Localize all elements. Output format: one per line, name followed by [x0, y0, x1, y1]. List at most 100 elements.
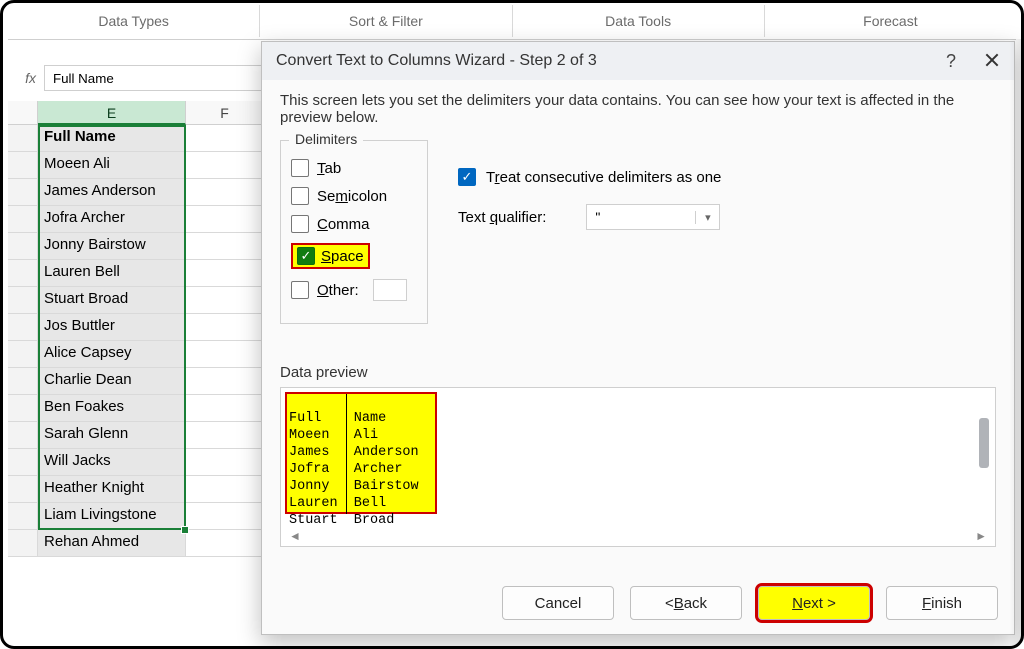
text-qualifier-row: Text qualifier: " ▾ [458, 204, 996, 230]
cell[interactable] [186, 314, 264, 341]
row-header[interactable] [8, 476, 38, 503]
table-row[interactable]: Rehan Ahmed [8, 530, 264, 557]
next-button[interactable]: Next > [758, 586, 870, 620]
checkbox-other[interactable] [291, 281, 309, 299]
table-row[interactable]: Full Name [8, 125, 264, 152]
table-row[interactable]: Jofra Archer [8, 206, 264, 233]
row-header[interactable] [8, 287, 38, 314]
cell[interactable] [186, 422, 264, 449]
cell[interactable] [186, 179, 264, 206]
row-header[interactable] [8, 368, 38, 395]
checkbox-comma[interactable] [291, 215, 309, 233]
cell[interactable]: Moeen Ali [38, 152, 186, 179]
chevron-down-icon[interactable]: ▾ [695, 211, 719, 224]
table-row[interactable]: Liam Livingstone [8, 503, 264, 530]
delim-space-row[interactable]: ✓ Space [291, 243, 417, 269]
cell[interactable] [186, 341, 264, 368]
table-row[interactable]: Ben Foakes [8, 395, 264, 422]
cell[interactable] [186, 368, 264, 395]
checkbox-consecutive[interactable]: ✓ [458, 168, 476, 186]
dialog-title: Convert Text to Columns Wizard - Step 2 … [276, 52, 597, 70]
row-header[interactable] [8, 422, 38, 449]
cell[interactable]: Jos Buttler [38, 314, 186, 341]
table-row[interactable]: Sarah Glenn [8, 422, 264, 449]
cell[interactable]: Ben Foakes [38, 395, 186, 422]
row-header[interactable] [8, 179, 38, 206]
cell[interactable] [186, 125, 264, 152]
help-icon[interactable]: ? [946, 51, 956, 72]
row-header[interactable] [8, 152, 38, 179]
cell-header[interactable]: Full Name [38, 125, 186, 152]
delim-comma-row[interactable]: Comma [291, 215, 417, 233]
cell[interactable] [186, 260, 264, 287]
cell[interactable]: Heather Knight [38, 476, 186, 503]
delim-other-row[interactable]: Other: [291, 279, 417, 301]
cell[interactable] [186, 206, 264, 233]
cell[interactable]: Jonny Bairstow [38, 233, 186, 260]
row-header[interactable] [8, 206, 38, 233]
col-header-f[interactable]: F [186, 101, 264, 125]
cell[interactable] [186, 503, 264, 530]
text-qualifier-select[interactable]: " ▾ [586, 204, 720, 230]
back-button[interactable]: < Back [630, 586, 742, 620]
fill-handle[interactable] [181, 526, 189, 534]
close-icon[interactable] [984, 52, 1000, 71]
row-header[interactable] [8, 125, 38, 152]
row-header[interactable] [8, 449, 38, 476]
table-row[interactable]: James Anderson [8, 179, 264, 206]
preview-scrollbar[interactable] [979, 418, 989, 468]
row-header[interactable] [8, 314, 38, 341]
dialog-titlebar[interactable]: Convert Text to Columns Wizard - Step 2 … [262, 42, 1014, 80]
cell[interactable]: Charlie Dean [38, 368, 186, 395]
table-row[interactable]: Lauren Bell [8, 260, 264, 287]
delim-semicolon-row[interactable]: Semicolon [291, 187, 417, 205]
table-row[interactable]: Jos Buttler [8, 314, 264, 341]
row-header[interactable] [8, 260, 38, 287]
table-row[interactable]: Will Jacks [8, 449, 264, 476]
cell[interactable]: Rehan Ahmed [38, 530, 186, 557]
checkbox-tab[interactable] [291, 159, 309, 177]
cell[interactable] [186, 449, 264, 476]
cancel-button[interactable]: Cancel [502, 586, 614, 620]
cell[interactable] [186, 395, 264, 422]
row-header[interactable] [8, 503, 38, 530]
label-other: Other: [317, 282, 359, 299]
cell[interactable] [186, 287, 264, 314]
cell[interactable] [186, 152, 264, 179]
finish-button[interactable]: Finish [886, 586, 998, 620]
cell[interactable]: Alice Capsey [38, 341, 186, 368]
other-delimiter-input[interactable] [373, 279, 407, 301]
table-row[interactable]: Charlie Dean [8, 368, 264, 395]
table-row[interactable]: Stuart Broad [8, 287, 264, 314]
cell[interactable]: Lauren Bell [38, 260, 186, 287]
table-row[interactable]: Moeen Ali [8, 152, 264, 179]
cell[interactable]: Will Jacks [38, 449, 186, 476]
cell[interactable] [186, 530, 264, 557]
row-header[interactable] [8, 530, 38, 557]
cell[interactable]: James Anderson [38, 179, 186, 206]
consecutive-delim-row[interactable]: ✓ Treat consecutive delimiters as one [458, 168, 996, 186]
scroll-left-icon[interactable]: ◄ [289, 529, 301, 543]
formula-input[interactable] [44, 65, 265, 91]
ribbon-group-sort: Sort & Filter [259, 5, 511, 37]
row-header[interactable] [8, 341, 38, 368]
cell[interactable] [186, 476, 264, 503]
fx-icon[interactable]: fx [8, 70, 36, 86]
table-row[interactable]: Jonny Bairstow [8, 233, 264, 260]
cell[interactable]: Liam Livingstone [38, 503, 186, 530]
cell[interactable]: Sarah Glenn [38, 422, 186, 449]
col-header-e[interactable]: E [38, 101, 186, 125]
cell[interactable]: Stuart Broad [38, 287, 186, 314]
table-row[interactable]: Alice Capsey [8, 341, 264, 368]
row-header[interactable] [8, 233, 38, 260]
table-row[interactable]: Heather Knight [8, 476, 264, 503]
col-header-blank[interactable] [8, 101, 38, 125]
scroll-right-icon[interactable]: ► [975, 529, 987, 543]
row-header[interactable] [8, 395, 38, 422]
delim-tab-row[interactable]: Tab [291, 159, 417, 177]
cell[interactable] [186, 233, 264, 260]
checkbox-space[interactable]: ✓ [297, 247, 315, 265]
spreadsheet-grid[interactable]: E F Full Name Moeen Ali James Anderson J… [8, 101, 264, 641]
checkbox-semicolon[interactable] [291, 187, 309, 205]
cell[interactable]: Jofra Archer [38, 206, 186, 233]
